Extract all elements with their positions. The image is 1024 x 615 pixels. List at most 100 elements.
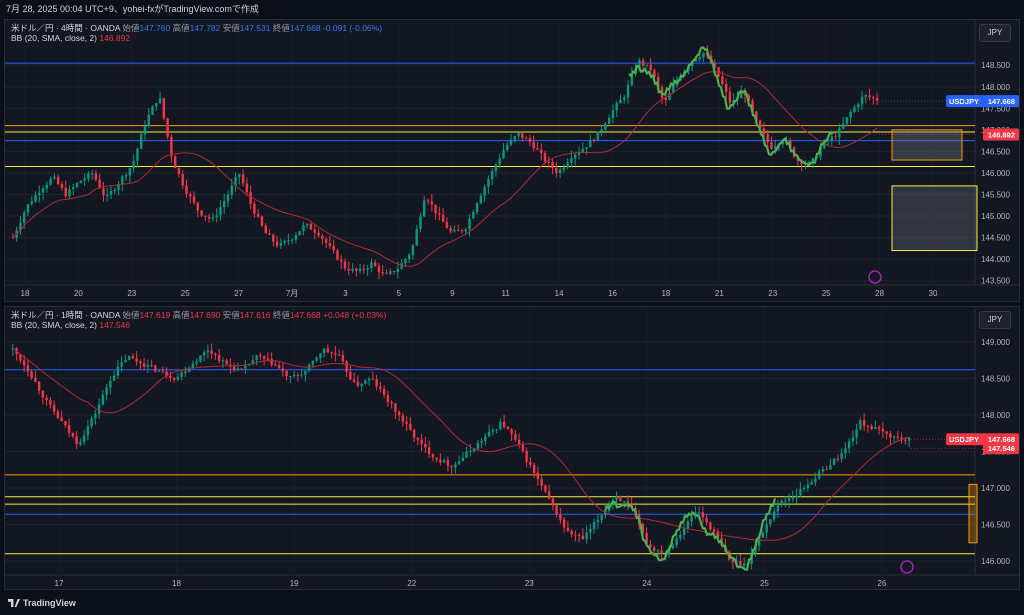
change-value: +0.048 (+0.03%) <box>322 310 387 320</box>
candle-body <box>875 98 879 101</box>
candle-body <box>131 356 135 359</box>
candle-body <box>143 125 147 135</box>
candle-body <box>204 215 207 217</box>
candle-body <box>315 357 318 361</box>
candle-body <box>690 516 693 522</box>
candle-body <box>838 128 841 138</box>
candle-body <box>660 550 663 555</box>
symbol-label: 米ドル／円 · 1時間 · OANDA <box>11 310 121 320</box>
candle-body <box>855 429 858 438</box>
candle-body <box>26 365 30 372</box>
candle-body <box>762 128 766 135</box>
candle-body <box>64 187 67 197</box>
candle-body <box>154 365 157 372</box>
candle-body <box>860 96 864 105</box>
candle-body <box>321 235 324 239</box>
candle-body <box>124 175 128 177</box>
elliott-wave-drawing <box>604 498 777 571</box>
candle-body <box>192 196 196 203</box>
candle-body <box>375 379 378 387</box>
price-axis-label: 147.000 <box>981 484 1010 493</box>
candle-body <box>347 268 350 271</box>
price-axis-label: 148.000 <box>981 83 1010 92</box>
candle-body <box>529 461 532 465</box>
candle-body <box>136 148 139 161</box>
candle-body <box>207 216 211 219</box>
chart-1h-canvas[interactable]: 149.000148.500148.000147.500147.000146.5… <box>5 307 1020 590</box>
candle-body <box>307 364 311 371</box>
candle-body <box>615 496 618 501</box>
candle-body <box>60 417 63 422</box>
candle-body <box>71 432 75 437</box>
currency-button[interactable]: JPY <box>979 311 1011 329</box>
currency-button[interactable]: JPY <box>979 24 1011 42</box>
candle-body <box>340 259 343 262</box>
candle-body <box>641 60 645 66</box>
candle-body <box>806 484 810 488</box>
candle-body <box>499 421 502 430</box>
candle-body <box>210 350 213 354</box>
candle-body <box>394 403 397 412</box>
candle-body <box>426 200 430 202</box>
chart-panel-1h[interactable]: 米ドル／円 · 1時間 · OANDA 始値147.619 高値147.690 … <box>4 306 1020 590</box>
candle-body <box>671 545 675 549</box>
candle-body <box>90 173 94 175</box>
candle-body <box>821 469 825 472</box>
candle-body <box>60 184 64 188</box>
candle-body <box>830 136 834 141</box>
candle-body <box>446 460 450 466</box>
price-badge-symbol: USDJPY <box>949 97 979 106</box>
time-axis-label: 25 <box>822 289 831 298</box>
candle-body <box>166 118 169 137</box>
candle-body <box>94 173 98 180</box>
candle-body <box>11 237 15 239</box>
candle-body <box>290 239 294 241</box>
candle-body <box>256 214 260 217</box>
price-axis-label: 148.000 <box>981 411 1010 420</box>
candle-body <box>817 471 821 479</box>
candle-body <box>177 168 181 175</box>
candle-body <box>211 217 215 219</box>
candle-body <box>255 355 258 361</box>
candle-body <box>562 167 566 170</box>
candle-body <box>400 263 403 269</box>
bb-label: BB (20, SMA, close, 2) <box>11 33 97 43</box>
candle-body <box>836 458 840 460</box>
candle-body <box>176 376 180 380</box>
candle-body <box>226 194 230 202</box>
candle-body <box>656 550 660 552</box>
chart-4h-canvas[interactable]: 148.500148.000147.500147.000146.500146.0… <box>5 20 1020 302</box>
candle-body <box>173 156 177 169</box>
time-axis-label: 30 <box>929 289 938 298</box>
candle-body <box>162 98 166 119</box>
time-axis-label: 17 <box>55 579 64 588</box>
price-badge-value: 147.546 <box>988 444 1015 453</box>
candle-body <box>109 380 112 388</box>
candle-body <box>289 376 292 378</box>
chart-panel-4h[interactable]: 米ドル／円 · 4時間 · OANDA 始値147.760 高値147.782 … <box>4 19 1020 302</box>
candle-body <box>128 168 132 176</box>
candle-body <box>619 99 622 104</box>
candle-body <box>551 498 555 506</box>
candle-body <box>157 370 161 372</box>
candle-body <box>476 442 480 449</box>
symbol-label: 米ドル／円 · 4時間 · OANDA <box>11 23 121 33</box>
time-axis-label: 19 <box>290 579 299 588</box>
candle-body <box>521 133 524 139</box>
candle-body <box>423 200 426 217</box>
candle-body <box>351 268 354 271</box>
candle-body <box>82 435 86 443</box>
candle-body <box>570 530 573 535</box>
candle-body <box>170 136 173 157</box>
candle-body <box>356 381 360 386</box>
candle-body <box>41 188 45 193</box>
time-axis-label: 23 <box>525 579 534 588</box>
price-badge-value: 147.668 <box>988 97 1015 106</box>
bb-label: BB (20, SMA, close, 2) <box>11 320 97 330</box>
candle-body <box>367 378 371 381</box>
price-axis-label: 146.000 <box>981 557 1010 566</box>
candle-body <box>371 378 375 380</box>
drawn-zone-rect <box>891 129 963 161</box>
candle-body <box>181 174 184 186</box>
candle-body <box>475 203 479 213</box>
